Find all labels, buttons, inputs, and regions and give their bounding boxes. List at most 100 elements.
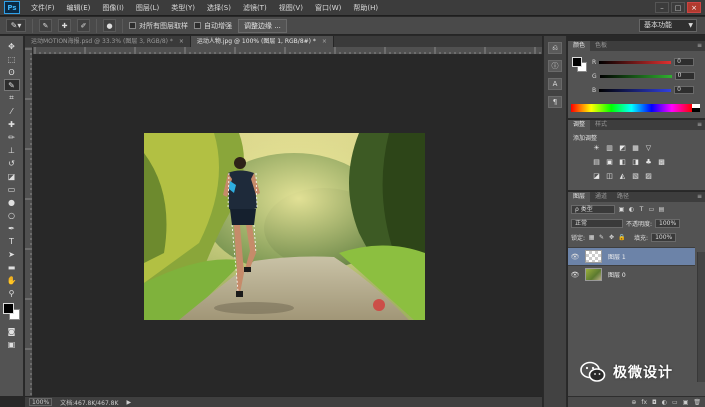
quick-mask-icon[interactable]: ◙: [4, 325, 20, 337]
character-panel-icon[interactable]: A: [548, 78, 562, 90]
tab-color[interactable]: 颜色: [568, 41, 591, 51]
horizontal-ruler[interactable]: [33, 47, 542, 55]
lock-position-icon[interactable]: ✥: [608, 234, 615, 241]
green-slider[interactable]: [599, 74, 672, 78]
menu-image[interactable]: 图像(I): [96, 0, 130, 16]
clone-stamp-tool-icon[interactable]: ⊥: [4, 144, 20, 156]
panel-menu-icon[interactable]: ≡: [697, 192, 702, 202]
zoom-tool-icon[interactable]: ⚲: [4, 287, 20, 299]
filter-shape-icon[interactable]: ▭: [648, 206, 655, 213]
selective-color-icon[interactable]: ▨: [644, 172, 653, 181]
trash-icon[interactable]: 🗑: [693, 399, 701, 406]
black-white-icon[interactable]: ◧: [618, 158, 627, 167]
marquee-tool-icon[interactable]: ⬚: [4, 53, 20, 65]
eye-icon[interactable]: 👁: [568, 271, 582, 279]
doc-tab-poster[interactable]: 运动MOTION海报.psd @ 33.3% (图层 3, RGB/8) * ×: [25, 36, 191, 47]
type-tool-icon[interactable]: T: [4, 235, 20, 247]
menu-edit[interactable]: 编辑(E): [61, 0, 97, 16]
rectangle-tool-icon[interactable]: ▬: [4, 261, 20, 273]
tab-channels[interactable]: 通道: [590, 192, 612, 202]
hue-saturation-icon[interactable]: ▤: [592, 158, 601, 167]
menu-window[interactable]: 窗口(W): [309, 0, 347, 16]
menu-layer[interactable]: 图层(L): [130, 0, 165, 16]
eye-icon[interactable]: 👁: [568, 253, 582, 261]
filter-type-icon[interactable]: T: [638, 206, 645, 213]
menu-view[interactable]: 视图(V): [273, 0, 309, 16]
tool-preset-picker[interactable]: ✎▾: [6, 19, 26, 32]
lock-all-icon[interactable]: 🔒: [618, 234, 625, 241]
layer-row[interactable]: 👁 图层 0: [568, 265, 695, 283]
red-value[interactable]: 0: [674, 58, 695, 66]
close-button[interactable]: ×: [687, 2, 701, 13]
layer-filter-select[interactable]: ρ 类型: [571, 205, 615, 214]
panel-menu-icon[interactable]: ≡: [697, 41, 702, 51]
color-lookup-icon[interactable]: ▩: [657, 158, 666, 167]
foreground-color-swatch[interactable]: [2, 303, 14, 314]
channel-mixer-icon[interactable]: ♣: [644, 158, 653, 167]
dodge-tool-icon[interactable]: ○: [4, 209, 20, 221]
vertical-ruler[interactable]: [25, 47, 33, 396]
add-style-icon[interactable]: fx: [641, 399, 647, 406]
history-brush-tool-icon[interactable]: ↺: [4, 157, 20, 169]
history-panel-icon[interactable]: ⎌: [548, 42, 562, 54]
minimize-button[interactable]: –: [655, 2, 669, 13]
opacity-input[interactable]: 100%: [655, 219, 681, 228]
fill-input[interactable]: 100%: [651, 233, 677, 242]
properties-panel-icon[interactable]: ⓘ: [548, 60, 562, 72]
red-slider[interactable]: [599, 60, 672, 64]
brightness-contrast-icon[interactable]: ☀: [592, 144, 601, 153]
tab-adjustments[interactable]: 调整: [568, 120, 591, 130]
tab-paths[interactable]: 路径: [612, 192, 634, 202]
link-layers-icon[interactable]: ⊕: [631, 399, 636, 406]
menu-select[interactable]: 选择(S): [201, 0, 237, 16]
layers-scrollbar[interactable]: [697, 252, 705, 382]
tab-styles[interactable]: 样式: [590, 120, 612, 130]
auto-enhance-checkbox[interactable]: 自动增强: [194, 21, 232, 31]
menu-filter[interactable]: 滤镜(T): [237, 0, 273, 16]
levels-icon[interactable]: ▥: [605, 144, 614, 153]
new-adjustment-icon[interactable]: ◐: [662, 399, 667, 406]
new-selection-icon[interactable]: ✎: [39, 19, 52, 32]
threshold-icon[interactable]: ◭: [618, 172, 627, 181]
menu-type[interactable]: 类型(Y): [165, 0, 201, 16]
filter-smart-object-icon[interactable]: ▤: [658, 206, 665, 213]
status-menu-arrow-icon[interactable]: ▶: [126, 399, 131, 406]
lasso-tool-icon[interactable]: ʘ: [4, 66, 20, 78]
move-tool-icon[interactable]: ✥: [4, 40, 20, 52]
blue-value[interactable]: 0: [674, 86, 695, 94]
add-mask-icon[interactable]: ◘: [652, 399, 657, 406]
blue-slider[interactable]: [599, 88, 672, 92]
workspace-select[interactable]: 基本功能 ▼: [639, 19, 697, 32]
quick-selection-tool-icon[interactable]: ✎: [3, 79, 20, 91]
foreground-color-swatch[interactable]: [572, 57, 582, 67]
photo-filter-icon[interactable]: ◨: [631, 158, 640, 167]
pen-tool-icon[interactable]: ✒: [4, 222, 20, 234]
refine-edge-button[interactable]: 调整边缘 ...: [238, 18, 287, 33]
invert-icon[interactable]: ◪: [592, 172, 601, 181]
lock-brush-icon[interactable]: ✎: [598, 234, 605, 241]
crop-tool-icon[interactable]: ⌗: [4, 92, 20, 104]
canvas-area[interactable]: [33, 56, 542, 396]
doc-tab-runner[interactable]: 运动人物.jpg @ 100% (图层 1, RGB/8#) * ×: [190, 36, 334, 47]
sample-all-layers-checkbox[interactable]: 对所有图层取样: [129, 21, 188, 31]
layer-row[interactable]: 👁 图层 1: [568, 247, 695, 265]
eraser-tool-icon[interactable]: ◪: [4, 170, 20, 182]
brush-size-picker[interactable]: ●: [103, 19, 116, 32]
brush-tool-icon[interactable]: ✏: [4, 131, 20, 143]
gradient-tool-icon[interactable]: ▭: [4, 183, 20, 195]
maximize-button[interactable]: □: [671, 2, 685, 13]
add-selection-icon[interactable]: ✚: [58, 19, 71, 32]
menu-file[interactable]: 文件(F): [25, 0, 61, 16]
lock-transparent-icon[interactable]: ▦: [588, 234, 595, 241]
tab-swatches[interactable]: 色板: [590, 41, 612, 51]
blur-tool-icon[interactable]: ●: [4, 196, 20, 208]
close-icon[interactable]: ×: [179, 38, 184, 45]
filter-adjustment-icon[interactable]: ◐: [628, 206, 635, 213]
healing-brush-tool-icon[interactable]: ✚: [4, 118, 20, 130]
color-swatches[interactable]: [2, 303, 21, 321]
new-group-icon[interactable]: ▭: [672, 399, 678, 406]
tab-layers[interactable]: 图层: [568, 192, 591, 202]
menu-help[interactable]: 帮助(H): [347, 0, 384, 16]
new-layer-icon[interactable]: ▣: [683, 399, 689, 406]
green-value[interactable]: 0: [674, 72, 695, 80]
